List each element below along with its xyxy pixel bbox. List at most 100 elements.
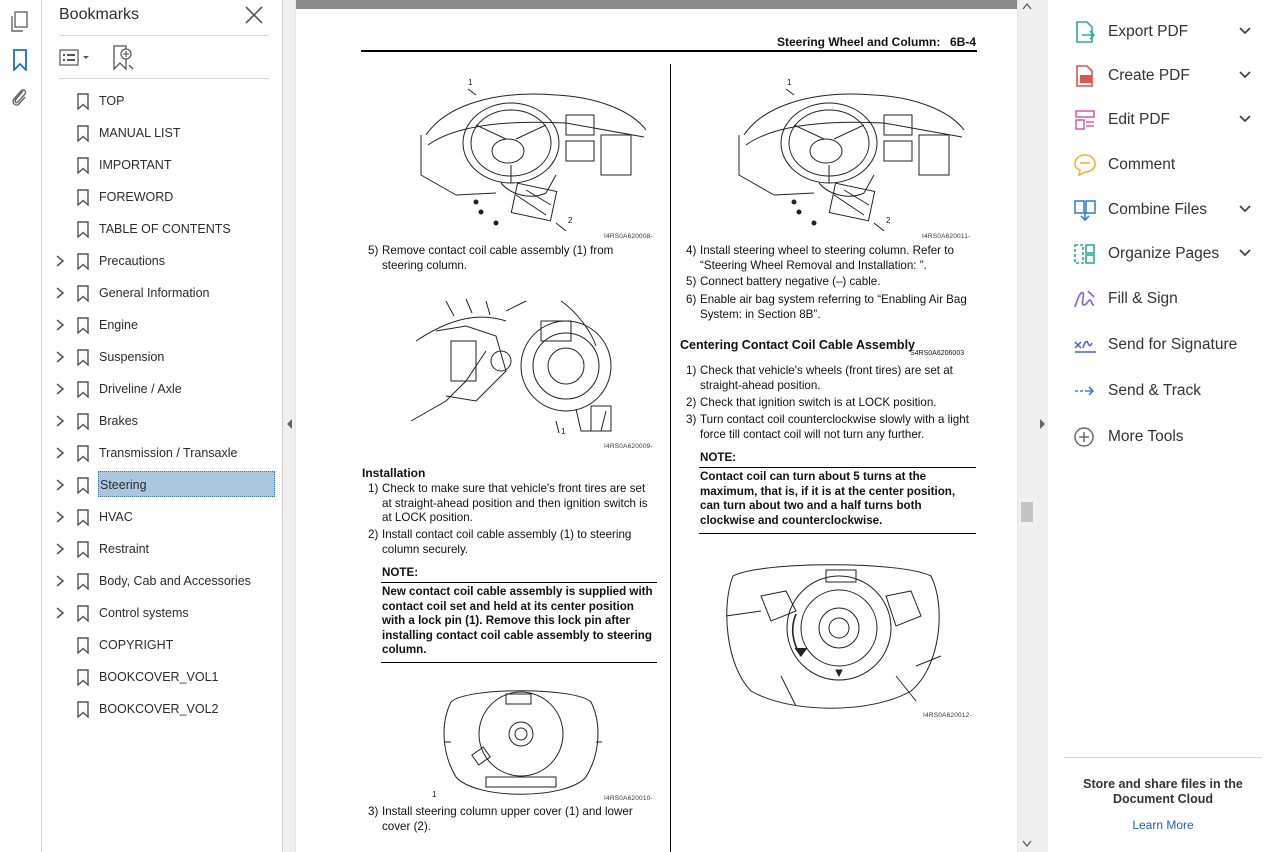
vertical-scrollbar[interactable] xyxy=(1018,0,1036,852)
chevron-right-icon[interactable] xyxy=(53,509,67,525)
document-viewport[interactable]: Steering Wheel and Column: 6B-4 1 2 I4RS… xyxy=(295,0,1018,852)
bookmark-item[interactable]: COPYRIGHT xyxy=(43,629,283,661)
left-panel-splitter[interactable] xyxy=(283,0,295,852)
chevron-right-icon[interactable] xyxy=(53,573,67,589)
bookmark-item[interactable]: Steering xyxy=(43,469,283,501)
bookmark-label: Body, Cab and Accessories xyxy=(99,574,251,588)
send-track-icon xyxy=(1072,379,1098,403)
tool-combine-files[interactable]: Combine Files xyxy=(1072,193,1262,225)
new-bookmark-button[interactable] xyxy=(111,45,135,71)
bookmark-icon xyxy=(77,285,89,302)
bookmark-icon xyxy=(77,157,89,174)
bookmark-item[interactable]: Precautions xyxy=(43,245,283,277)
tool-more-tools[interactable]: More Tools xyxy=(1072,420,1262,452)
chevron-right-icon[interactable] xyxy=(53,445,67,461)
step-text: Remove contact coil cable assembly (1) f… xyxy=(382,244,614,272)
bookmark-item[interactable]: Suspension xyxy=(43,341,283,373)
bookmark-label: Transmission / Transaxle xyxy=(99,446,238,460)
divider xyxy=(59,78,269,79)
bookmark-item[interactable]: General Information xyxy=(43,277,283,309)
bookmark-options-button[interactable] xyxy=(59,46,93,70)
note-rule-bottom xyxy=(699,533,976,534)
bookmark-label: BOOKCOVER_VOL1 xyxy=(99,670,219,684)
note-title: NOTE: xyxy=(700,451,737,464)
attachments-icon[interactable] xyxy=(9,86,31,108)
section-heading: Centering Contact Coil Cable Assembly xyxy=(680,338,915,352)
left-navigation-rail xyxy=(0,0,42,852)
bookmark-item[interactable]: Control systems xyxy=(43,597,283,629)
bookmark-item[interactable]: BOOKCOVER_VOL2 xyxy=(43,693,283,725)
bookmark-label: BOOKCOVER_VOL2 xyxy=(99,702,219,716)
note-text: Contact coil can turn about 5 turns at t… xyxy=(700,470,956,527)
chevron-right-icon[interactable] xyxy=(53,285,67,301)
tool-send-for-signature[interactable]: Send for Signature xyxy=(1072,328,1262,360)
tool-label: Organize Pages xyxy=(1108,245,1220,262)
scroll-up-arrow-icon[interactable] xyxy=(1022,2,1032,10)
chevron-right-icon[interactable] xyxy=(53,381,67,397)
chevron-down-icon[interactable] xyxy=(1238,204,1252,214)
chevron-right-icon[interactable] xyxy=(53,605,67,621)
chevron-right-icon[interactable] xyxy=(53,477,67,493)
bookmark-item[interactable]: FOREWORD xyxy=(43,181,283,213)
chevron-right-icon[interactable] xyxy=(53,317,67,333)
bookmark-item[interactable]: TABLE OF CONTENTS xyxy=(43,213,283,245)
figure-caption: I4RS0A620010- xyxy=(604,795,653,802)
right-panel-splitter[interactable] xyxy=(1036,0,1048,852)
tool-send-track[interactable]: Send & Track xyxy=(1072,374,1262,406)
bookmark-item[interactable]: Engine xyxy=(43,309,283,341)
chevron-right-icon[interactable] xyxy=(53,413,67,429)
bookmark-item[interactable]: TOP xyxy=(43,85,283,117)
bookmark-item[interactable]: Restraint xyxy=(43,533,283,565)
step-number: 1) xyxy=(368,482,379,495)
bookmark-item[interactable]: Driveline / Axle xyxy=(43,373,283,405)
bookmark-icon xyxy=(77,477,89,494)
bookmark-item[interactable]: Transmission / Transaxle xyxy=(43,437,283,469)
collapse-right-arrow-icon[interactable] xyxy=(1036,418,1048,430)
step-text: Enable air bag system referring to “Enab… xyxy=(700,293,967,321)
header-rule xyxy=(361,50,977,52)
bookmark-label: IMPORTANT xyxy=(99,158,172,172)
chevron-right-icon[interactable] xyxy=(53,253,67,269)
more-tools-icon xyxy=(1072,425,1098,449)
chevron-down-icon[interactable] xyxy=(1238,70,1252,80)
tool-organize-pages[interactable]: Organize Pages xyxy=(1072,237,1262,269)
tool-export-pdf[interactable]: Export PDF xyxy=(1072,15,1262,47)
bookmarks-panel: Bookmarks TOP MANUAL LIST IMPORTANT FOREWOR… xyxy=(43,0,283,852)
close-icon[interactable] xyxy=(244,5,264,25)
tool-create-pdf[interactable]: Create PDF xyxy=(1072,59,1262,91)
tool-label: Send for Signature xyxy=(1108,336,1238,353)
scroll-down-arrow-icon[interactable] xyxy=(1022,840,1032,848)
bookmarks-panel-title: Bookmarks xyxy=(59,6,140,23)
section-code: S4RS0A6206003 xyxy=(910,350,965,357)
callout-2: 2 xyxy=(568,216,573,225)
tool-comment[interactable]: Comment xyxy=(1072,148,1262,180)
column-divider xyxy=(670,64,671,852)
step-number: 2) xyxy=(368,528,379,541)
bookmark-icon xyxy=(77,605,89,622)
bookmark-item[interactable]: Brakes xyxy=(43,405,283,437)
tool-fill-sign[interactable]: Fill & Sign xyxy=(1072,282,1262,314)
chevron-right-icon[interactable] xyxy=(53,349,67,365)
tool-label: More Tools xyxy=(1108,428,1184,445)
chevron-down-icon[interactable] xyxy=(1238,114,1252,124)
bookmark-item[interactable]: MANUAL LIST xyxy=(43,117,283,149)
tool-edit-pdf[interactable]: Edit PDF xyxy=(1072,103,1262,135)
page-thumbnails-icon[interactable] xyxy=(9,11,31,33)
step-text: Connect battery negative (–) cable. xyxy=(700,275,881,288)
step-number: 3) xyxy=(686,413,697,426)
bookmark-item[interactable]: HVAC xyxy=(43,501,283,533)
figure-caption: I4RS0A620008- xyxy=(604,233,653,240)
step-number: 5) xyxy=(368,244,379,257)
chevron-right-icon[interactable] xyxy=(53,541,67,557)
chevron-down-icon[interactable] xyxy=(1238,26,1252,36)
divider xyxy=(1064,757,1262,758)
bookmarks-icon[interactable] xyxy=(9,49,31,71)
callout-1: 1 xyxy=(787,78,792,87)
scrollbar-thumb[interactable] xyxy=(1021,502,1033,522)
chevron-down-icon[interactable] xyxy=(1238,248,1252,258)
bookmark-item[interactable]: Body, Cab and Accessories xyxy=(43,565,283,597)
bookmark-label: Steering xyxy=(98,471,275,497)
bookmark-item[interactable]: BOOKCOVER_VOL1 xyxy=(43,661,283,693)
learn-more-link[interactable]: Learn More xyxy=(1068,818,1258,832)
bookmark-item[interactable]: IMPORTANT xyxy=(43,149,283,181)
